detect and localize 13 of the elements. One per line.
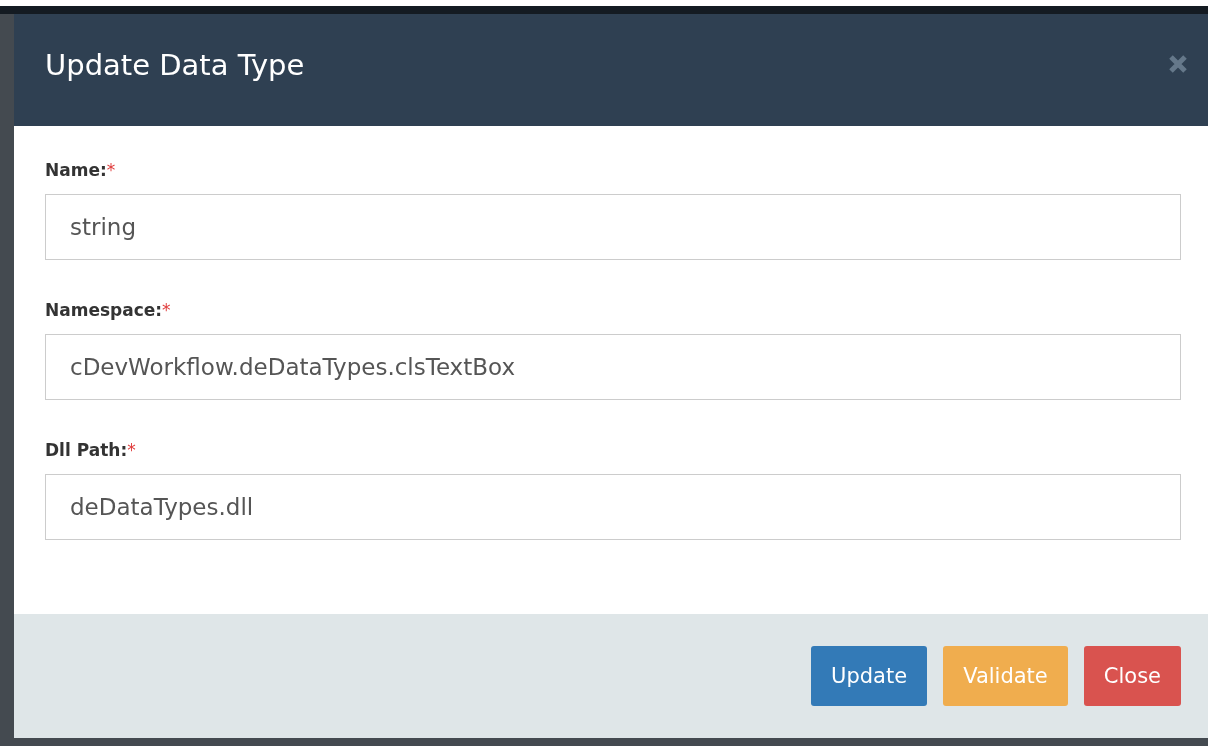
field-label: Name: xyxy=(45,160,107,180)
input-field[interactable]: string xyxy=(45,194,1181,260)
input-field[interactable]: deDataTypes.dll xyxy=(45,474,1181,540)
required-mark: * xyxy=(106,160,116,180)
required-mark: * xyxy=(162,300,171,320)
field-label: Namespace: xyxy=(45,300,163,320)
update-button[interactable]: Update xyxy=(811,646,928,706)
field-label: Dll Path: xyxy=(45,440,128,460)
input-field[interactable]: cDevWorkflow.deDataTypes.clsTextBox xyxy=(45,334,1181,400)
required-mark: * xyxy=(127,440,136,460)
close-icon[interactable] xyxy=(1168,54,1188,74)
close-button[interactable]: Close xyxy=(1083,646,1181,706)
dialog-title: Update Data Type xyxy=(45,48,305,82)
